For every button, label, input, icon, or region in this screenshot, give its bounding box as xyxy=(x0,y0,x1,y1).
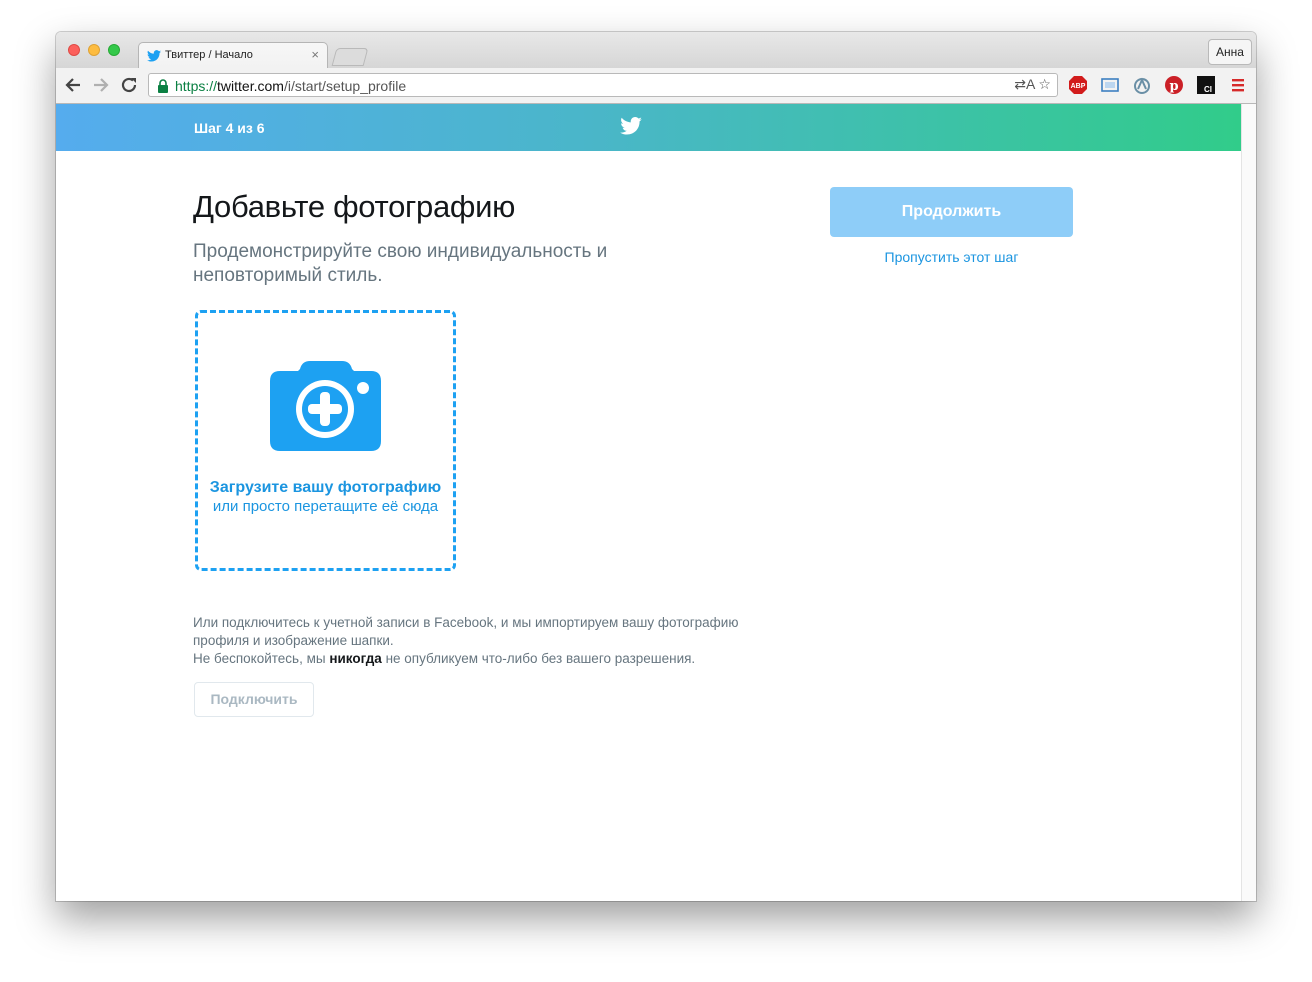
translate-bookmark-icons[interactable]: ⇄A ☆ xyxy=(1014,76,1051,93)
url-text: https://twitter.com/i/start/setup_profil… xyxy=(175,78,407,94)
window-close-button[interactable] xyxy=(68,44,80,56)
svg-text:p: p xyxy=(1169,79,1178,94)
tab-close-icon[interactable]: × xyxy=(311,47,319,62)
photo-upload-dropzone[interactable]: Загрузите вашу фотографию или просто пер… xyxy=(195,310,456,571)
lock-icon xyxy=(158,79,168,93)
skip-step-link[interactable]: Пропустить этот шаг xyxy=(830,249,1073,265)
svg-text:CI: CI xyxy=(1204,85,1212,94)
facebook-import-line1: Или подключитесь к учетной записи в Face… xyxy=(193,615,739,648)
tab-strip: Твиттер / Начало × Анна xyxy=(56,32,1256,68)
reload-icon[interactable] xyxy=(118,74,140,96)
browser-toolbar: https://twitter.com/i/start/setup_profil… xyxy=(56,68,1256,104)
page-content: Шаг 4 из 6 Добавьте фотографию Продемонс… xyxy=(56,104,1241,901)
facebook-import-text: Или подключитесь к учетной записи в Face… xyxy=(193,614,793,668)
address-bar[interactable]: https://twitter.com/i/start/setup_profil… xyxy=(148,73,1058,97)
tab-title: Твиттер / Начало xyxy=(165,49,253,61)
page-title: Добавьте фотографию xyxy=(193,189,516,224)
arc-icon[interactable] xyxy=(1132,75,1152,95)
camera-add-icon xyxy=(270,361,381,451)
upload-photo-link[interactable]: Загрузите вашу фотографию xyxy=(198,479,453,497)
progress-banner: Шаг 4 из 6 xyxy=(56,104,1241,151)
pinterest-icon[interactable]: p xyxy=(1164,75,1184,95)
drag-drop-hint: или просто перетащите её сюда xyxy=(212,498,439,515)
chrome-menu-icon[interactable] xyxy=(1228,75,1248,95)
forward-icon[interactable] xyxy=(90,74,112,96)
browser-window: Твиттер / Начало × Анна https://twitter.… xyxy=(56,32,1256,901)
window-minimize-button[interactable] xyxy=(88,44,100,56)
ci-icon[interactable]: CI xyxy=(1196,75,1216,95)
twitter-logo-icon xyxy=(620,117,642,135)
back-icon[interactable] xyxy=(62,74,84,96)
facebook-privacy-post: не опубликуем что-либо без вашего разреш… xyxy=(381,651,696,666)
connect-facebook-button[interactable]: Подключить xyxy=(194,682,314,717)
twitter-bird-icon xyxy=(147,50,161,62)
page-subtitle: Продемонстрируйте свою индивидуальность … xyxy=(193,241,608,286)
step-indicator: Шаг 4 из 6 xyxy=(194,120,265,136)
browser-tab[interactable]: Твиттер / Начало × xyxy=(138,42,328,68)
new-tab-button[interactable] xyxy=(331,48,369,66)
facebook-privacy-bold: никогда xyxy=(329,651,382,666)
adblock-plus-icon[interactable]: ABP xyxy=(1068,75,1088,95)
window-maximize-button[interactable] xyxy=(108,44,120,56)
screen-capture-icon[interactable] xyxy=(1100,75,1120,95)
scrollbar-track[interactable] xyxy=(1241,104,1256,901)
profile-button[interactable]: Анна xyxy=(1208,39,1252,65)
svg-text:ABP: ABP xyxy=(1071,83,1086,90)
facebook-privacy-pre: Не беспокойтесь, мы xyxy=(193,651,330,666)
continue-button[interactable]: Продолжить xyxy=(830,187,1073,237)
